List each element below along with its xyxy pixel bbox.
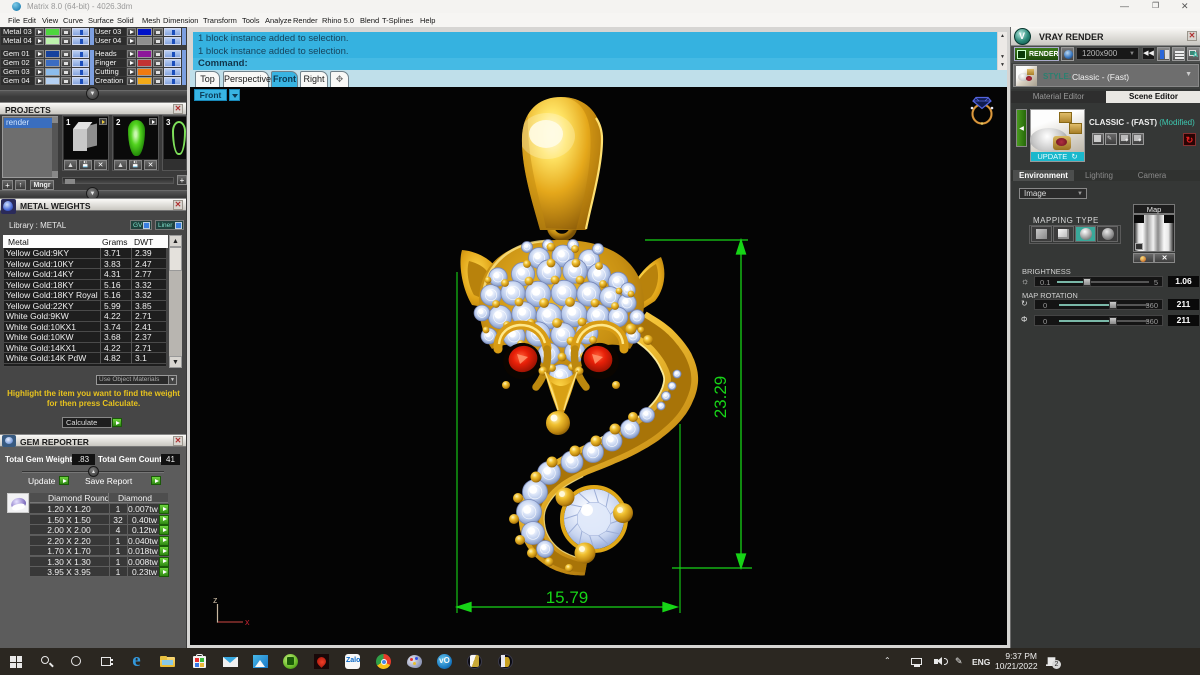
- svg-text:x: x: [245, 617, 250, 627]
- svg-text:23.29: 23.29: [711, 376, 730, 419]
- svg-text:15.79: 15.79: [546, 588, 589, 607]
- svg-text:z: z: [213, 595, 218, 605]
